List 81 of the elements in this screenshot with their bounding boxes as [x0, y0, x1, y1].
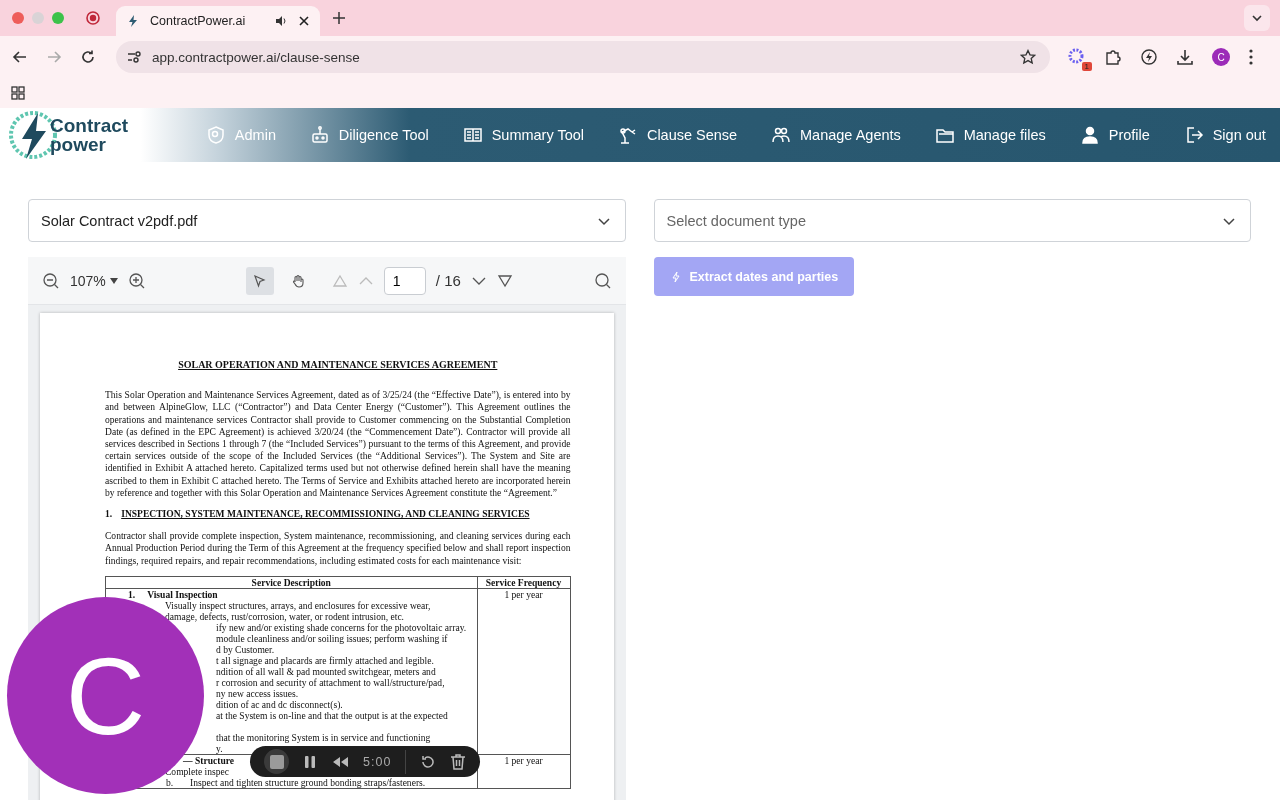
cursor-icon — [252, 273, 267, 288]
item-heading: Visual Inspection — [147, 588, 218, 600]
hand-icon — [290, 273, 305, 288]
book-icon — [462, 125, 483, 145]
nav-link[interactable]: Clause Sense — [617, 125, 738, 145]
search-icon[interactable] — [593, 271, 612, 290]
logo-text: Contract — [50, 116, 129, 135]
extension-icon[interactable] — [1068, 48, 1086, 66]
item-text: dition of ac and dc disconnect(s). — [216, 698, 343, 710]
trash-icon[interactable] — [450, 752, 467, 771]
shield-icon — [205, 125, 226, 145]
column-header: Service Frequency — [477, 576, 570, 589]
file-select[interactable]: Solar Contract v2pdf.pdf — [28, 199, 626, 242]
rewind-icon[interactable] — [331, 754, 349, 769]
item-text: r corrosion and security of attachment to wall/structure/pad, — [216, 676, 445, 688]
column-header: Service Description — [105, 576, 477, 589]
star-icon[interactable] — [1020, 49, 1036, 65]
more-icon[interactable] — [1248, 48, 1254, 66]
robot-icon — [309, 125, 330, 145]
item-text: at the System is on-line and that the output is at the expected — [216, 709, 448, 721]
apps-icon[interactable] — [11, 86, 25, 100]
nav-link[interactable]: Profile — [1079, 125, 1150, 145]
item-text: Inspect and tighten structure ground bonding straps/fasteners. — [190, 776, 426, 788]
download-icon[interactable] — [1176, 48, 1194, 66]
document-paragraph: This Solar Operation and Maintenance Services Agreement, dated as of 3/25/24 (the “Effective Date”), is entered into by and between AlpineGlow, LLC (“Contractor”) and Data Center Energy (“Customer”). This Agreement outlines the operations and maintenance services Contractor shall provide to Customer commencing on the Substantial Completion Date (as defined in the EPC Agreement) is achieved 3/20/24 (the “Commencement Date”). Contractor will provide all services described in Sections 1 through 7 (the “Included Services”) pursuant to the terms of this Agreement, and provide certain services outside of the scope of the Included Services (the “Additional Services”). The System and Site are identified in Exhibit A attached hereto. Capitalized terms used but not otherwise defined herein shall have the meaning ascribed to them in Exhibit C attached hereto. The Terms of Service and Exhibits attached hereto are incorporated herein by reference and together with this Solar Operation and Maintenance Services Agreement constitute the “Agreement.” — [105, 389, 571, 500]
item-text: t all signage and placards are firmly attached and legible. — [216, 654, 434, 666]
back-icon[interactable] — [12, 49, 28, 65]
item-marker: b. — [166, 776, 174, 788]
item-text: d by Customer. — [216, 643, 275, 655]
item-text: ndition of all wall & pad mounted switchgear, meters and — [216, 665, 436, 677]
close-icon[interactable] — [298, 15, 310, 27]
table-cell: 1 per year — [477, 588, 570, 755]
item-text: Visually inspect structures, arrays, and enclosures for excessive wear, — [165, 599, 431, 611]
item-text: module cleanliness and/or soiling issues; perform washing if — [216, 632, 448, 644]
nav-link[interactable]: Diligence Tool — [309, 125, 429, 145]
document-type-select[interactable]: Select document type — [653, 199, 1251, 242]
restart-icon[interactable] — [420, 753, 437, 770]
item-text: ny new access issues. — [216, 687, 299, 699]
item-text: that the monitoring System is in service and functioning — [216, 731, 431, 743]
section-heading: INSPECTION, SYSTEM MAINTENANCE, RECOMMISSIONING, AND CLEANING SERVICES — [121, 508, 530, 521]
zoom-level-dropdown[interactable]: 107% — [70, 272, 118, 289]
item-text: y. — [216, 742, 223, 754]
document-title: SOLAR OPERATION AND MAINTENANCE SERVICES AGREEMENT — [177, 359, 499, 372]
section-number: 1. — [105, 508, 113, 521]
item-number: 1. — [128, 588, 136, 600]
robot-arm-icon — [617, 125, 638, 145]
chevron-down-icon[interactable] — [1244, 5, 1270, 31]
document-paragraph: Contractor shall provide complete inspection, System maintenance, recommissioning, and cleaning services during each Annual Production Period during the Term of this Agreement at the frequency specified below and shall report inspection findings, required repairs, and repair recommendations, including estimated costs for each maintenance visit: — [105, 530, 571, 567]
new-tab-icon[interactable] — [332, 11, 346, 25]
recording-time: 5:00 — [363, 754, 392, 769]
nav-link[interactable]: Summary Tool — [462, 125, 585, 145]
pause-icon[interactable] — [303, 753, 317, 770]
zoom-out-icon[interactable] — [42, 271, 60, 290]
bolt-icon — [669, 270, 682, 283]
stop-button[interactable] — [264, 749, 289, 774]
nav-link[interactable]: Manage files — [934, 125, 1046, 145]
logo-text: power — [50, 135, 107, 154]
browser-tab[interactable]: ContractPower.ai — [116, 6, 320, 36]
triangle-down-icon[interactable] — [496, 273, 513, 288]
caret-icon — [109, 277, 118, 284]
bolt-circle-icon[interactable] — [1140, 48, 1158, 66]
page-count: / 16 — [435, 272, 461, 289]
item-text: ify new and/or existing shade concerns for the photovoltaic array. — [216, 621, 467, 633]
puzzle-icon[interactable] — [1104, 48, 1122, 66]
zoom-in-icon[interactable] — [127, 271, 146, 290]
notification-badge: 1 — [1081, 62, 1092, 71]
speaker-icon — [274, 14, 288, 28]
nav-link[interactable]: Manage Agents — [771, 125, 901, 145]
item-text: damage, defects, rust/corrosion, water, or rodent intrusion, etc. — [165, 610, 404, 622]
site-settings-icon — [126, 49, 142, 65]
select-tool-button[interactable] — [245, 266, 274, 295]
reload-icon[interactable] — [80, 49, 96, 65]
bolt-icon — [126, 14, 140, 28]
record-icon — [86, 11, 100, 25]
page-number-field[interactable]: 1 — [383, 266, 426, 295]
person-icon — [1079, 125, 1100, 145]
item-heading: — Structure — [182, 754, 234, 766]
nav-link[interactable]: Sign out — [1183, 125, 1266, 145]
people-icon — [771, 125, 792, 145]
profile-avatar[interactable]: C — [1212, 48, 1230, 66]
address-bar[interactable]: app.contractpower.ai/clause-sense — [116, 41, 1050, 73]
